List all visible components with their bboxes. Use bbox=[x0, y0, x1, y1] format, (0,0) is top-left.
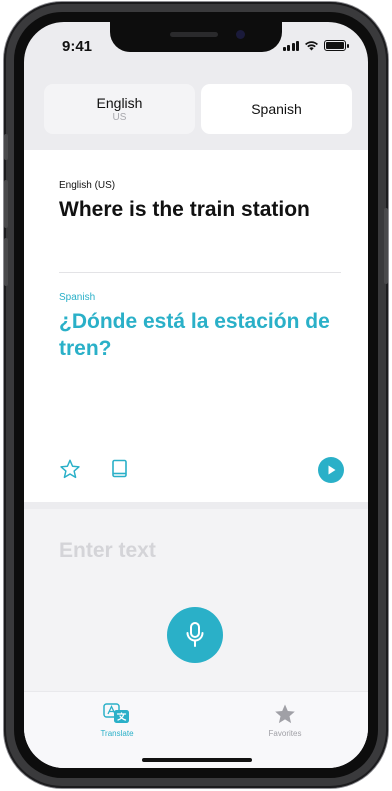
dictionary-icon[interactable] bbox=[111, 459, 129, 479]
volume-down-button bbox=[4, 238, 8, 286]
source-label: English (US) bbox=[59, 180, 116, 191]
home-indicator[interactable] bbox=[142, 758, 252, 762]
star-outline-icon[interactable] bbox=[59, 458, 81, 480]
power-button bbox=[384, 208, 388, 284]
play-button[interactable] bbox=[318, 457, 344, 483]
wifi-icon bbox=[305, 41, 318, 51]
translation-card: English (US) Where is the train station … bbox=[24, 150, 368, 502]
microphone-icon bbox=[186, 622, 204, 647]
card-actions bbox=[59, 457, 344, 483]
tab-translate[interactable]: Translate bbox=[72, 702, 162, 738]
signal-icon bbox=[282, 40, 299, 51]
play-icon bbox=[328, 465, 336, 475]
battery-icon bbox=[324, 40, 349, 51]
source-text: Where is the train station bbox=[59, 198, 310, 221]
tab-translate-label: Translate bbox=[100, 729, 134, 738]
target-language-name: Spanish bbox=[251, 101, 302, 117]
tab-favorites[interactable]: Favorites bbox=[240, 702, 330, 738]
source-language-region: US bbox=[112, 112, 127, 123]
translate-icon bbox=[103, 703, 129, 723]
notch bbox=[110, 22, 282, 52]
source-language-button[interactable]: English US bbox=[44, 84, 195, 134]
microphone-button[interactable] bbox=[167, 607, 223, 663]
tab-favorites-label: Favorites bbox=[268, 729, 302, 738]
language-selector: English US Spanish bbox=[44, 84, 352, 134]
front-camera bbox=[236, 30, 245, 39]
volume-up-button bbox=[4, 180, 8, 228]
divider bbox=[59, 272, 341, 273]
silent-switch bbox=[4, 134, 8, 160]
star-filled-icon bbox=[275, 704, 295, 724]
input-area[interactable]: Enter text bbox=[24, 509, 368, 691]
target-language-button[interactable]: Spanish bbox=[201, 84, 352, 134]
source-language-name: English bbox=[96, 95, 143, 111]
phone-screen: 9:41 English US Spanish English (US) Whe… bbox=[24, 22, 368, 768]
target-text: ¿Dónde está la estación de tren? bbox=[59, 310, 330, 360]
tab-bar: Translate Favorites bbox=[24, 691, 368, 768]
speaker-grille bbox=[170, 32, 218, 37]
target-label: Spanish bbox=[59, 292, 96, 303]
text-input[interactable]: Enter text bbox=[59, 539, 156, 563]
status-icons bbox=[282, 40, 349, 51]
status-time: 9:41 bbox=[62, 38, 93, 55]
